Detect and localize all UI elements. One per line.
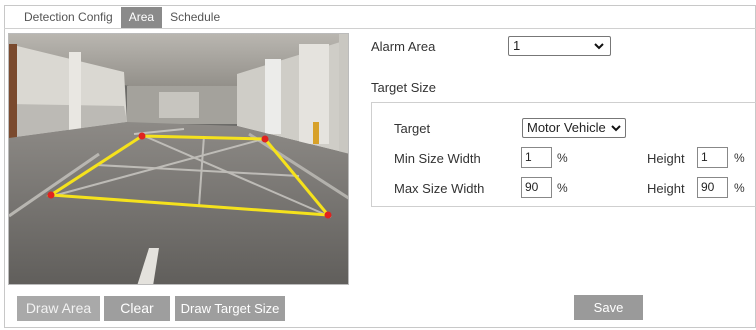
chevron-down-icon [594, 43, 604, 50]
min-height-unit: % [734, 151, 745, 165]
chevron-down-icon [611, 125, 621, 132]
tab-schedule[interactable]: Schedule [162, 7, 228, 28]
area-vertex-handle[interactable] [261, 135, 269, 143]
area-vertex-handle[interactable] [138, 132, 146, 140]
min-size-width-label: Min Size Width [394, 151, 481, 166]
max-width-input[interactable]: 90 [521, 177, 552, 198]
target-type-select[interactable]: Motor Vehicle [522, 118, 626, 138]
save-button[interactable]: Save [574, 295, 643, 320]
area-vertex-handle[interactable] [47, 191, 55, 199]
alarm-area-value: 1 [513, 38, 521, 53]
min-height-input[interactable]: 1 [697, 147, 728, 168]
alarm-area-label: Alarm Area [371, 39, 436, 54]
tab-detection-config[interactable]: Detection Config [16, 7, 121, 28]
tab-bar: Detection Config Area Schedule [16, 7, 228, 28]
max-size-width-label: Max Size Width [394, 181, 485, 196]
max-height-unit: % [734, 181, 745, 195]
tab-divider [4, 28, 756, 29]
max-width-unit: % [557, 181, 568, 195]
target-size-heading: Target Size [371, 80, 437, 95]
min-width-unit: % [557, 151, 568, 165]
draw-area-button[interactable]: Draw Area [17, 296, 100, 321]
alarm-area-overlay[interactable] [8, 33, 349, 285]
target-type-value: Motor Vehicle [527, 120, 606, 135]
alarm-area-select[interactable]: 1 [508, 36, 611, 56]
max-height-input[interactable]: 90 [697, 177, 728, 198]
tab-area[interactable]: Area [120, 7, 163, 28]
target-label: Target [394, 121, 431, 136]
area-vertex-handle[interactable] [324, 211, 332, 219]
max-height-label: Height [647, 181, 685, 196]
clear-button[interactable]: Clear [104, 296, 170, 321]
min-width-input[interactable]: 1 [521, 147, 552, 168]
draw-target-size-button[interactable]: Draw Target Size [175, 296, 285, 321]
min-height-label: Height [647, 151, 685, 166]
